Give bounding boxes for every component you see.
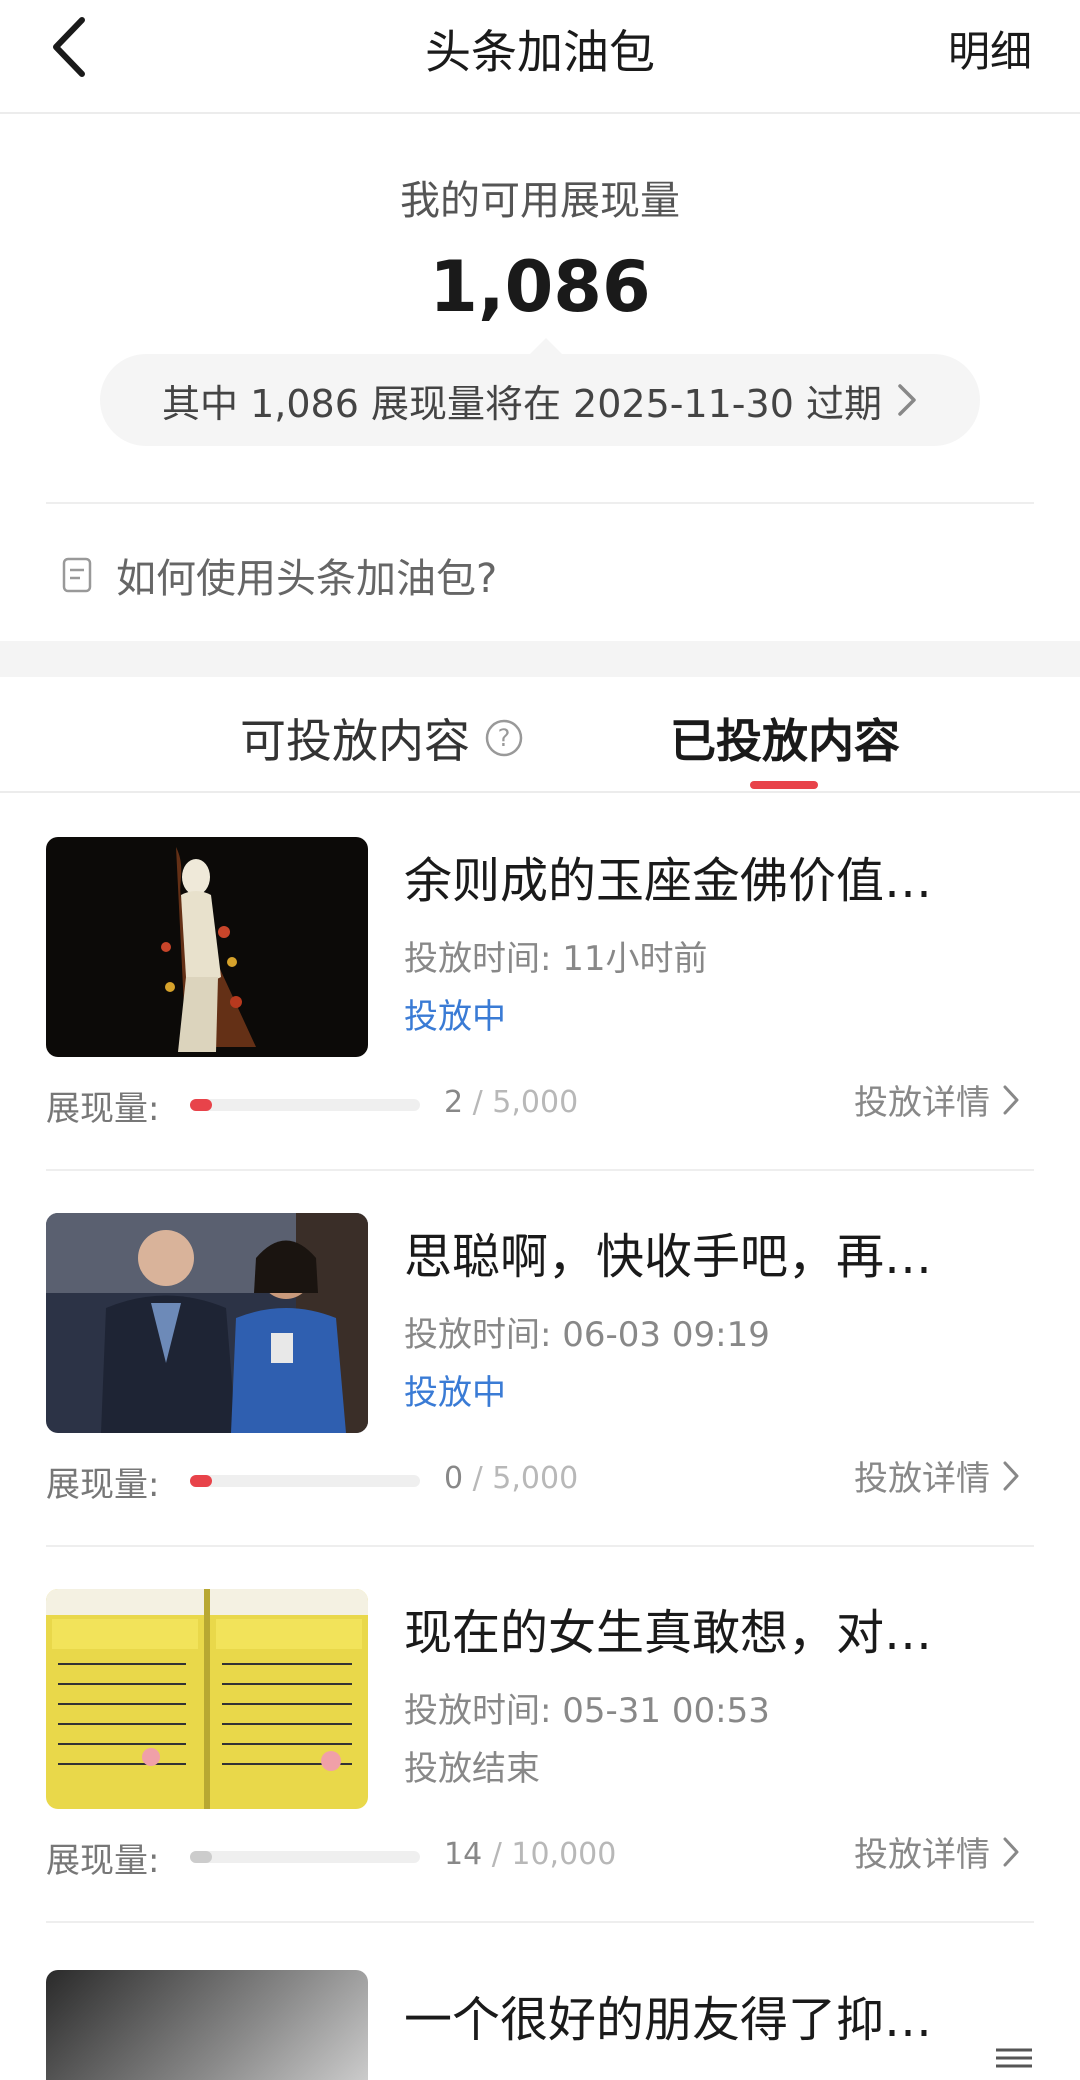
expire-notice-button[interactable]: 其中 1,086 展现量将在 2025-11-30 过期: [100, 354, 980, 446]
impressions-count: 0 / 5,000: [444, 1461, 578, 1496]
summary-panel: 我的可用展现量 1,086 其中 1,086 展现量将在 2025-11-30 …: [0, 116, 1080, 641]
status-badge: 投放结束: [404, 1749, 540, 1789]
content-tabs: 可投放内容 ? 已投放内容: [0, 677, 1080, 793]
divider: [46, 502, 1034, 504]
impressions-current: 0: [444, 1461, 464, 1496]
tab-delivered-content[interactable]: 已投放内容: [670, 705, 900, 771]
delivery-details-label: 投放详情: [854, 1083, 990, 1123]
howto-link[interactable]: 如何使用头条加油包?: [62, 546, 497, 604]
active-tab-indicator: [750, 781, 818, 789]
item-title: 现在的女生真敢想，对…: [404, 1605, 933, 1661]
jade-buddha-statue-photo: [46, 837, 368, 1057]
expire-notice-text: 其中 1,086 展现量将在 2025-11-30 过期: [162, 381, 882, 426]
progress-fill: [190, 1099, 212, 1111]
list-item[interactable]: 现在的女生真敢想，对… 投放时间: 05-31 00:53 投放结束 展现量: …: [0, 1547, 1080, 1923]
available-impressions-label: 我的可用展现量: [400, 178, 680, 224]
tab-available-content[interactable]: 可投放内容 ?: [240, 705, 524, 771]
chevron-right-icon: [1003, 1085, 1019, 1114]
impressions-count: 2 / 5,000: [444, 1085, 578, 1120]
divider: [46, 1921, 1034, 1923]
list-item[interactable]: 余则成的玉座金佛价值… 投放时间: 11小时前 投放中 展现量: 2 / 5,0…: [0, 795, 1080, 1171]
item-title[interactable]: 一个很好的朋友得了抑…: [404, 1980, 964, 2050]
list-item[interactable]: 思聪啊，快收手吧，再… 投放时间: 06-03 09:19 投放中 展现量: 0…: [0, 1171, 1080, 1547]
status-badge: 投放中: [404, 1373, 506, 1413]
item-title: 余则成的玉座金佛价值…: [404, 853, 933, 909]
available-impressions-value: 1,086: [429, 246, 651, 328]
item-time: 投放时间: 06-03 09:19: [404, 1315, 770, 1355]
section-gap: [0, 641, 1080, 677]
yellow-posters-photo: [46, 1589, 368, 1809]
tab-label: 可投放内容: [240, 714, 470, 768]
delivery-details-label: 投放详情: [854, 1835, 990, 1875]
impressions-progress-bar: [190, 1851, 420, 1863]
progress-fill: [190, 1475, 212, 1487]
impressions-count: 14 / 10,000: [444, 1837, 616, 1872]
delivery-details-button[interactable]: 投放详情: [854, 1827, 1020, 1876]
svg-text:?: ?: [498, 724, 511, 752]
item-title: 思聪啊，快收手吧，再…: [404, 1229, 933, 1285]
menu-icon[interactable]: [994, 2046, 1034, 2070]
delivery-details-button[interactable]: 投放详情: [854, 1075, 1020, 1124]
impressions-current: 2: [444, 1085, 464, 1120]
delivery-details-button[interactable]: 投放详情: [854, 1451, 1020, 1500]
chevron-right-icon: [1003, 1837, 1019, 1866]
impressions-progress-bar: [190, 1099, 420, 1111]
chevron-right-icon: [1003, 1461, 1019, 1490]
impressions-total: / 5,000: [463, 1085, 579, 1120]
impressions-total: / 5,000: [463, 1461, 579, 1496]
impressions-progress-bar: [190, 1475, 420, 1487]
status-badge: 投放中: [404, 997, 506, 1037]
details-link[interactable]: 明细: [948, 18, 1032, 79]
impressions-total: / 10,000: [482, 1837, 617, 1872]
people-photo: [46, 1213, 368, 1433]
page-title: 头条加油包: [425, 25, 655, 79]
impressions-label: 展现量:: [46, 1465, 160, 1505]
question-mark-icon[interactable]: ?: [484, 718, 524, 758]
item-time: 投放时间: 11小时前: [404, 939, 708, 979]
item-time: 投放时间: 05-31 00:53: [404, 1691, 770, 1731]
howto-label: 如何使用头条加油包?: [116, 556, 498, 602]
delivery-details-label: 投放详情: [854, 1459, 990, 1499]
chevron-right-icon: [898, 384, 916, 416]
top-bar: 头条加油包 明细: [0, 0, 1080, 114]
impressions-label: 展现量:: [46, 1089, 160, 1129]
impressions-current: 14: [444, 1837, 483, 1872]
document-icon: [62, 557, 92, 593]
person-photo[interactable]: [46, 1970, 368, 2080]
progress-fill: [190, 1851, 212, 1863]
impressions-label: 展现量:: [46, 1841, 160, 1881]
